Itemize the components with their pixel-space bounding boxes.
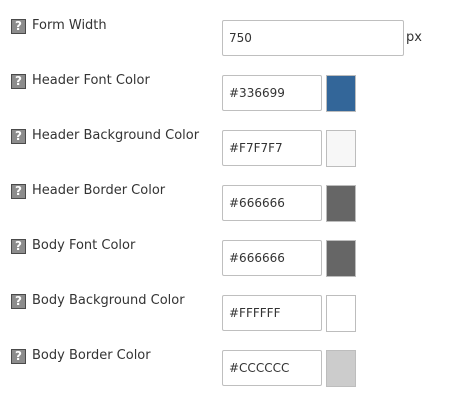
help-icon[interactable]: ? — [11, 129, 26, 144]
help-icon[interactable]: ? — [11, 294, 26, 309]
help-icon[interactable]: ? — [11, 19, 26, 34]
help-icon[interactable]: ? — [11, 74, 26, 89]
body-font-color-input[interactable] — [222, 240, 322, 276]
form-width-label: Form Width — [32, 18, 107, 33]
body-border-color-row: ? Body Border Color — [0, 330, 456, 387]
header-background-color-swatch[interactable] — [326, 130, 356, 167]
form-width-row: ? Form Width px — [0, 0, 456, 56]
body-background-color-input[interactable] — [222, 295, 322, 331]
help-icon[interactable]: ? — [11, 184, 26, 199]
header-background-color-row: ? Header Background Color — [0, 110, 456, 167]
body-background-color-row: ? Body Background Color — [0, 275, 456, 332]
help-icon[interactable]: ? — [11, 349, 26, 364]
body-border-color-label: Body Border Color — [32, 348, 151, 363]
header-font-color-input[interactable] — [222, 75, 322, 111]
header-background-color-label: Header Background Color — [32, 128, 200, 143]
body-background-color-label: Body Background Color — [32, 293, 185, 308]
body-font-color-swatch[interactable] — [326, 240, 356, 277]
form-width-unit: px — [406, 30, 422, 45]
body-border-color-input[interactable] — [222, 350, 322, 386]
header-border-color-row: ? Header Border Color — [0, 165, 456, 222]
header-font-color-swatch[interactable] — [326, 75, 356, 112]
body-font-color-label: Body Font Color — [32, 238, 136, 253]
form-width-input[interactable] — [222, 20, 404, 56]
header-font-color-label: Header Font Color — [32, 73, 150, 88]
header-border-color-swatch[interactable] — [326, 185, 356, 222]
body-background-color-swatch[interactable] — [326, 295, 356, 332]
header-font-color-row: ? Header Font Color — [0, 55, 456, 112]
help-icon[interactable]: ? — [11, 239, 26, 254]
body-font-color-row: ? Body Font Color — [0, 220, 456, 277]
header-background-color-input[interactable] — [222, 130, 322, 166]
header-border-color-label: Header Border Color — [32, 183, 166, 198]
body-border-color-swatch[interactable] — [326, 350, 356, 387]
header-border-color-input[interactable] — [222, 185, 322, 221]
